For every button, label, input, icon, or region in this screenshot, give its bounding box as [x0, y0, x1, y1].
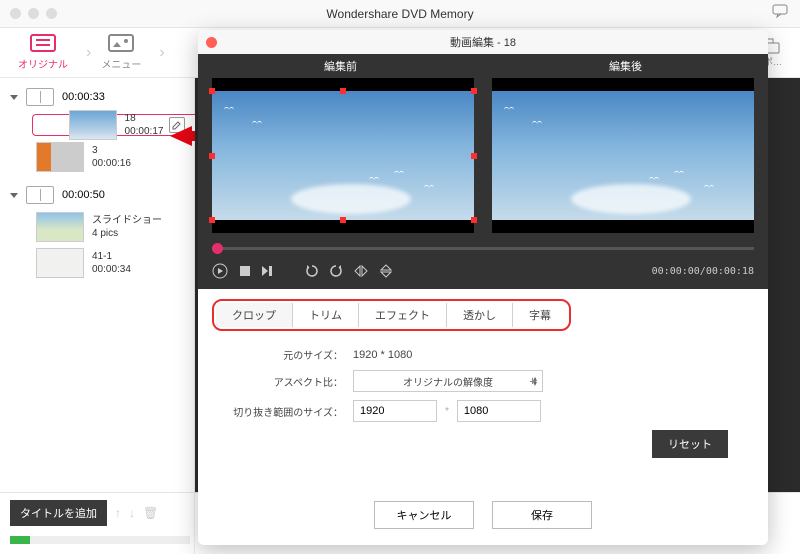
multiply-icon: *: [445, 406, 449, 417]
expand-icon[interactable]: [10, 95, 18, 100]
crop-handle[interactable]: [209, 88, 215, 94]
app-title: Wondershare DVD Memory: [0, 7, 800, 21]
edit-tabs: クロップ トリム エフェクト 透かし 字幕: [212, 299, 571, 331]
crop-width-input[interactable]: [353, 400, 437, 422]
crop-handle[interactable]: [340, 217, 346, 223]
title-bar: Wondershare DVD Memory: [0, 0, 800, 28]
title-duration: 00:00:50: [62, 189, 105, 201]
clip-duration: 00:00:34: [92, 263, 131, 276]
step-icon[interactable]: [262, 266, 272, 276]
tab-subtitle[interactable]: 字幕: [513, 303, 567, 327]
aspect-label: アスペクト比：: [228, 374, 343, 389]
before-label: 編集前: [198, 54, 483, 78]
cancel-button[interactable]: キャンセル: [374, 501, 474, 529]
reset-button[interactable]: リセット: [652, 430, 728, 458]
preview-after: [492, 78, 754, 233]
clip-name: スライドショー: [92, 214, 162, 227]
disc-usage-bar: [10, 536, 190, 544]
aspect-value: オリジナルの解像度: [403, 374, 493, 389]
tab-trim[interactable]: トリム: [293, 303, 359, 327]
save-button[interactable]: 保存: [492, 501, 592, 529]
tab-menu[interactable]: メニュー: [101, 34, 141, 71]
clip-duration: 00:00:16: [92, 157, 131, 170]
picture-icon: [108, 34, 134, 52]
clip-name: 18: [125, 112, 164, 125]
clip-thumbnail: [36, 212, 84, 242]
title-duration: 00:00:33: [62, 91, 105, 103]
clip-item[interactable]: 3 00:00:16: [36, 142, 184, 172]
updown-icon: ▴▾: [533, 376, 537, 386]
preview-before[interactable]: [212, 78, 474, 233]
crop-handle[interactable]: [471, 88, 477, 94]
add-title-button[interactable]: タイトルを追加: [10, 500, 107, 526]
stop-icon[interactable]: [240, 266, 250, 276]
expand-icon[interactable]: [10, 193, 18, 198]
aspect-select[interactable]: オリジナルの解像度 ▴▾: [353, 370, 543, 392]
clip-duration: 00:00:17: [125, 125, 164, 138]
crop-handle[interactable]: [471, 153, 477, 159]
clip-duration: 4 pics: [92, 227, 162, 240]
title-icon: [26, 88, 54, 106]
tab-effect[interactable]: エフェクト: [359, 303, 447, 327]
crop-height-input[interactable]: [457, 400, 541, 422]
crop-form: 元のサイズ： 1920 * 1080 アスペクト比： オリジナルの解像度 ▴▾ …: [198, 341, 768, 476]
after-label: 編集後: [483, 54, 768, 78]
modal-title: 動画編集 - 18: [450, 34, 516, 50]
chevron-right-icon: ›: [86, 44, 91, 62]
title-row: 00:00:50: [10, 186, 184, 204]
clip-item[interactable]: スライドショー 4 pics: [36, 212, 184, 242]
close-icon[interactable]: [206, 37, 217, 48]
document-icon: [30, 34, 56, 52]
tab-original-label: オリジナル: [18, 56, 68, 71]
orig-size-value: 1920 * 1080: [353, 349, 412, 361]
crop-handle[interactable]: [471, 217, 477, 223]
sidebar: 00:00:33 18 00:00:17 3 00:00:16 00:00:50…: [0, 78, 195, 554]
flip-v-icon[interactable]: [380, 264, 392, 278]
orig-size-label: 元のサイズ：: [228, 347, 343, 362]
tab-menu-label: メニュー: [101, 56, 141, 71]
rotate-right-icon[interactable]: [330, 265, 342, 277]
timecode: 00:00:00/00:00:18: [652, 266, 754, 277]
playback-controls: 00:00:00/00:00:18: [198, 257, 768, 289]
clip-thumbnail: [36, 142, 84, 172]
tab-watermark[interactable]: 透かし: [447, 303, 513, 327]
edit-modal: 動画編集 - 18 編集前 編集後: [198, 30, 768, 545]
move-up-icon[interactable]: ↑: [115, 506, 121, 520]
play-icon[interactable]: [212, 263, 228, 279]
tab-crop[interactable]: クロップ: [216, 303, 293, 327]
feedback-icon[interactable]: [772, 4, 788, 23]
flip-h-icon[interactable]: [354, 265, 368, 277]
crop-handle[interactable]: [340, 88, 346, 94]
timeline-slider[interactable]: [198, 239, 768, 257]
delete-icon[interactable]: 🗑: [143, 506, 158, 520]
clip-thumbnail: [36, 248, 84, 278]
clip-name: 41-1: [92, 250, 131, 263]
clip-name: 3: [92, 144, 131, 157]
rotate-left-icon[interactable]: [306, 265, 318, 277]
crop-handle[interactable]: [209, 153, 215, 159]
crop-handle[interactable]: [209, 217, 215, 223]
clip-thumbnail: [69, 110, 117, 140]
move-down-icon[interactable]: ↓: [129, 506, 135, 520]
chevron-right-icon: ›: [159, 44, 164, 62]
title-icon: [26, 186, 54, 204]
modal-title-bar: 動画編集 - 18: [198, 30, 768, 54]
preview-area: 編集前 編集後: [198, 54, 768, 289]
clip-item[interactable]: 41-1 00:00:34: [36, 248, 184, 278]
modal-footer: キャンセル 保存: [198, 489, 768, 545]
title-row: 00:00:33: [10, 88, 184, 106]
crop-size-label: 切り抜き範囲のサイズ：: [228, 404, 343, 419]
tab-original[interactable]: オリジナル: [18, 34, 68, 71]
